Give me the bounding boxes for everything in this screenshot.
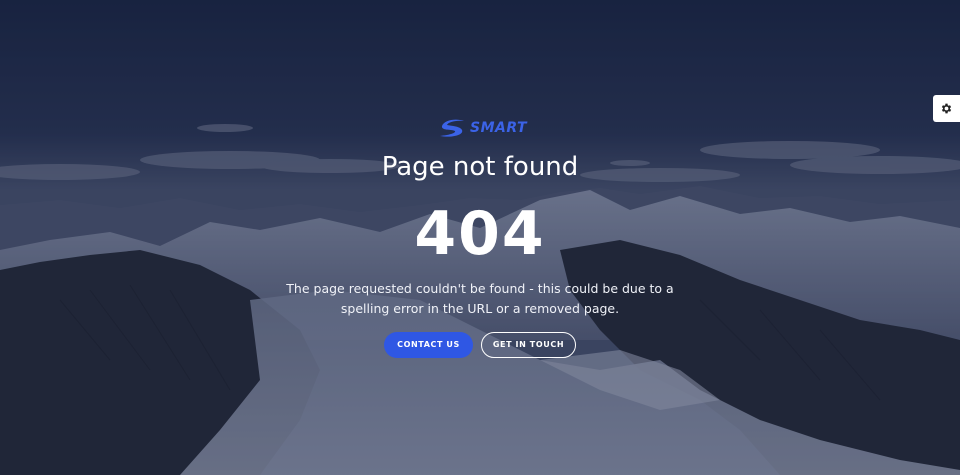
settings-toggle-button[interactable] <box>933 95 960 122</box>
error-code: 404 <box>414 199 546 269</box>
error-page: SMART Page not found 404 The page reques… <box>0 0 960 475</box>
logo-text: SMART <box>470 120 528 136</box>
brand-logo[interactable]: SMART <box>438 116 527 140</box>
get-in-touch-button[interactable]: GET IN TOUCH <box>481 332 576 358</box>
content: SMART Page not found 404 The page reques… <box>0 0 960 475</box>
error-description: The page requested couldn't be found - t… <box>286 281 674 316</box>
logo-s-swoosh-icon <box>440 119 464 137</box>
contact-us-button[interactable]: CONTACT US <box>384 332 473 358</box>
page-title: Page not found <box>381 152 579 182</box>
gear-icon <box>941 103 952 114</box>
